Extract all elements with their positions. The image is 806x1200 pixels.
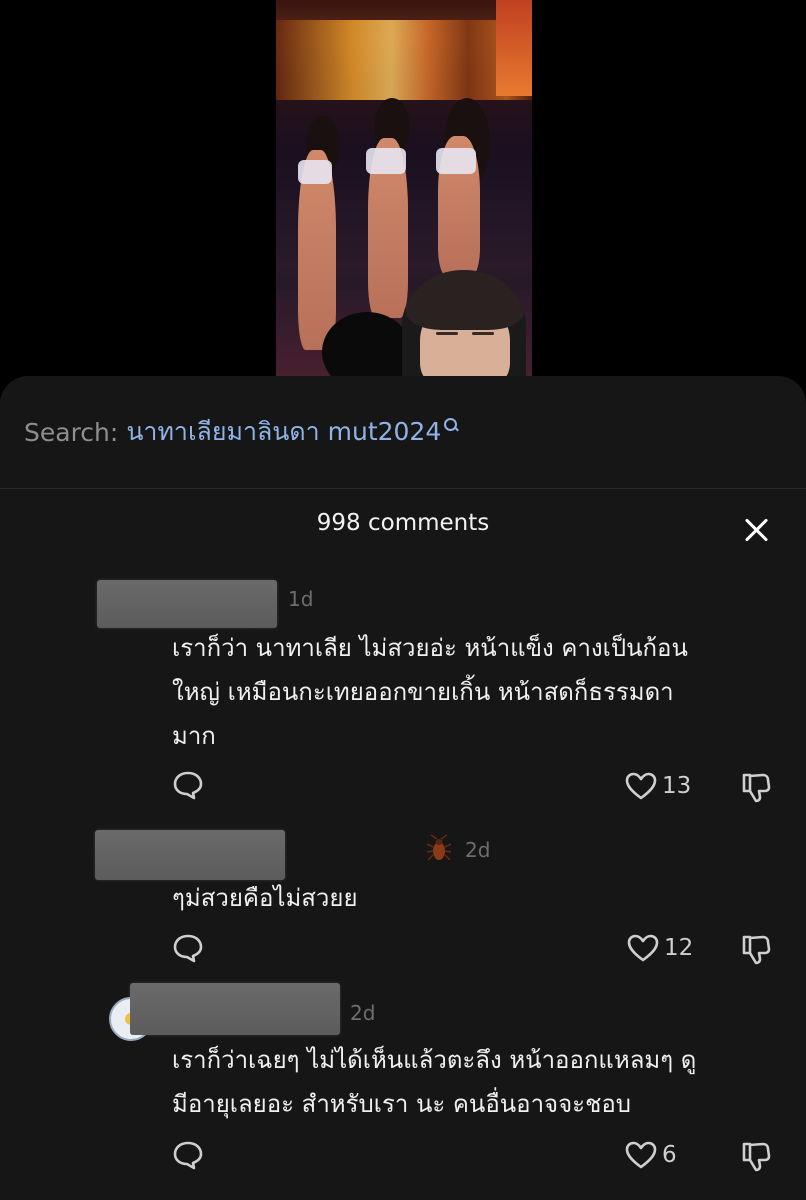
creator-hair	[406, 270, 524, 330]
username-redacted[interactable]	[95, 830, 285, 880]
comment-time: 2d	[350, 1001, 376, 1025]
username-redacted[interactable]	[97, 580, 277, 628]
like-count: 12	[664, 935, 694, 961]
cockroach-icon	[425, 834, 453, 864]
heart-icon[interactable]	[624, 1140, 658, 1170]
divider	[0, 488, 806, 489]
reply-icon[interactable]	[172, 933, 204, 963]
comment-text: ๆม่สวยคือไม่สวยย	[172, 876, 772, 920]
search-query-link[interactable]: นาทาเลียมาลินดา mut2024	[126, 412, 441, 452]
dislike-icon[interactable]	[739, 932, 773, 966]
search-icon	[444, 418, 458, 432]
reply-icon[interactable]	[172, 1140, 204, 1170]
comment-line: เราก็ว่า นาทาเลีย ไม่สวยอ่ะ หน้าแข็ง คาง…	[172, 634, 688, 662]
creator-overlay	[402, 270, 526, 380]
stage-background	[276, 20, 532, 100]
video-player[interactable]	[0, 0, 806, 380]
comment-time: 1d	[288, 587, 314, 611]
comment-line: มาก	[172, 722, 216, 750]
figure-outfit	[298, 160, 332, 184]
search-suggestion[interactable]: Search: นาทาเลียมาลินดา mut2024	[24, 416, 458, 448]
comment-line: เราก็ว่าเฉยๆ ไม่ได้เห็นแล้วตะลึง หน้าออก…	[172, 1046, 697, 1074]
heart-icon[interactable]	[624, 771, 658, 801]
comment-time: 2d	[465, 838, 491, 862]
comment-line: มีอายุเลยอะ สำหรับเรา นะ คนอื่นอาจจะชอบ	[172, 1090, 631, 1118]
like-count: 6	[662, 1142, 677, 1168]
comment-text: เราก็ว่าเฉยๆ ไม่ได้เห็นแล้วตะลึง หน้าออก…	[172, 1038, 772, 1126]
comments-count-title: 998 comments	[316, 510, 490, 536]
username-redacted[interactable]	[130, 983, 340, 1035]
comment-line: ใหญ่ เหมือนกะเทยออกขายเกิ้น หน้าสดก็ธรรม…	[172, 678, 674, 706]
heart-icon[interactable]	[626, 933, 660, 963]
reply-icon[interactable]	[172, 770, 204, 800]
figure-outfit	[436, 148, 476, 174]
dislike-icon[interactable]	[739, 1139, 773, 1173]
search-label: Search:	[24, 417, 119, 447]
close-button[interactable]	[740, 514, 772, 546]
like-count: 13	[662, 773, 692, 799]
comment-line: ๆม่สวยคือไม่สวยย	[172, 884, 358, 912]
creator-eye	[472, 332, 494, 335]
figure-outfit	[366, 148, 406, 174]
comment-text: เราก็ว่า นาทาเลีย ไม่สวยอ่ะ หน้าแข็ง คาง…	[172, 626, 772, 758]
stage-screen	[496, 0, 532, 96]
creator-eye	[436, 332, 458, 335]
dislike-icon[interactable]	[739, 770, 773, 804]
